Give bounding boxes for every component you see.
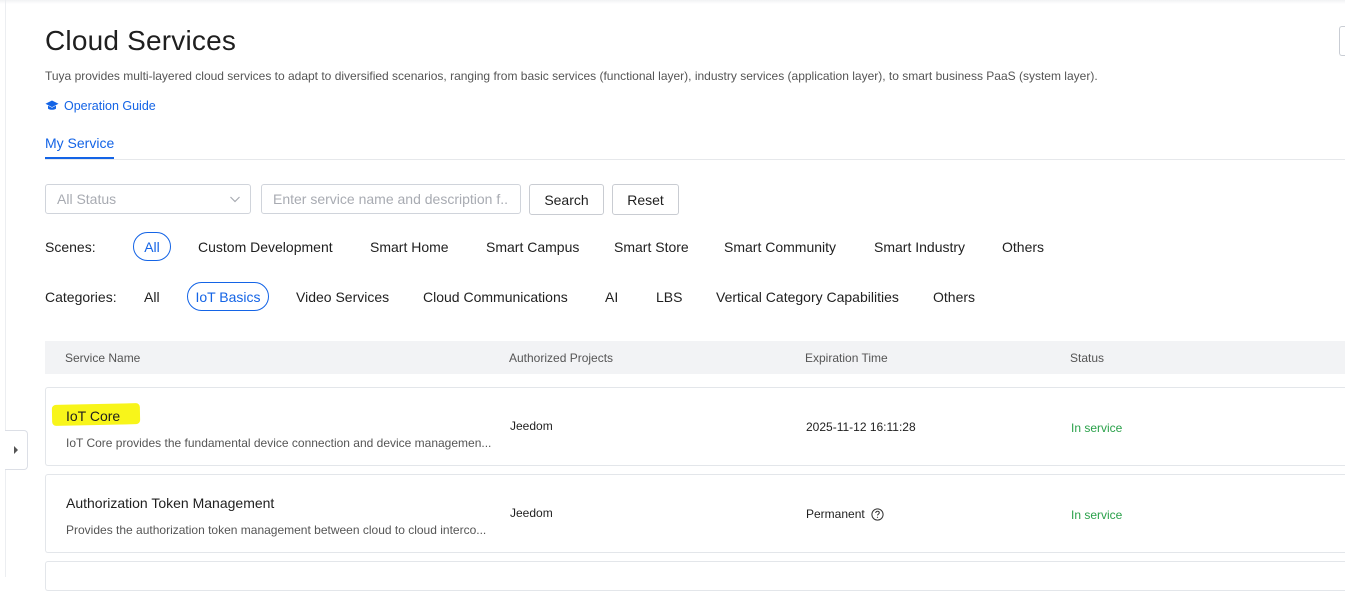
expiration-time: Permanent <box>806 507 884 521</box>
scene-chip-smart-store[interactable]: Smart Store <box>614 239 689 255</box>
category-chip-vertical-category-capabilities[interactable]: Vertical Category Capabilities <box>716 289 899 305</box>
category-chip-iot-basics[interactable]: IoT Basics <box>187 282 269 311</box>
search-input[interactable] <box>261 184 521 214</box>
top-shadow <box>0 0 1345 4</box>
scene-chip-smart-industry[interactable]: Smart Industry <box>874 239 965 255</box>
service-description: IoT Core provides the fundamental device… <box>66 436 492 450</box>
categories-label: Categories: <box>45 289 117 305</box>
category-chip-cloud-communications[interactable]: Cloud Communications <box>423 289 568 305</box>
graduation-cap-icon <box>45 100 59 110</box>
reset-button[interactable]: Reset <box>612 184 679 215</box>
operation-guide-link[interactable]: Operation Guide <box>45 99 156 113</box>
page-description: Tuya provides multi-layered cloud servic… <box>45 69 1098 83</box>
category-chip-ai[interactable]: AI <box>605 289 618 305</box>
authorized-project-value: Jeedom <box>510 506 553 520</box>
category-chip-all[interactable]: All <box>144 289 160 305</box>
caret-right-icon <box>14 446 18 454</box>
scene-chip-others[interactable]: Others <box>1002 239 1044 255</box>
category-chip-lbs[interactable]: LBS <box>656 289 682 305</box>
status-select[interactable]: All Status <box>45 184 251 214</box>
tab-bar: My Service <box>45 130 1345 160</box>
service-name[interactable]: Authorization Token Management <box>66 495 274 511</box>
table-row[interactable] <box>45 561 1345 591</box>
scene-chip-all[interactable]: All <box>133 232 171 261</box>
status-select-value: All Status <box>57 191 117 207</box>
column-status: Status <box>1070 351 1105 365</box>
status-badge: In service <box>1071 508 1123 522</box>
authorized-project: Jeedom <box>510 419 553 433</box>
search-button[interactable]: Search <box>529 184 604 215</box>
chevron-down-icon <box>230 196 240 203</box>
expiration-time-value: 2025-11-12 16:11:28 <box>806 420 916 434</box>
table-row[interactable]: Authorization Token Management Provides … <box>45 474 1345 553</box>
column-expiration-time: Expiration Time <box>805 351 888 365</box>
sidebar-expand-toggle[interactable] <box>5 430 28 470</box>
service-description: Provides the authorization token managem… <box>66 523 487 537</box>
expiration-time: 2025-11-12 16:11:28 <box>806 420 916 434</box>
tab-my-service[interactable]: My Service <box>45 135 115 159</box>
authorized-project-value: Jeedom <box>510 419 553 433</box>
scene-chip-smart-home[interactable]: Smart Home <box>370 239 449 255</box>
table-row[interactable]: IoT Core IoT Core provides the fundament… <box>45 387 1345 466</box>
service-name[interactable]: IoT Core <box>66 408 120 424</box>
scene-chip-smart-community[interactable]: Smart Community <box>724 239 836 255</box>
page-title: Cloud Services <box>45 25 237 56</box>
status-badge: In service <box>1071 421 1123 435</box>
operation-guide-label: Operation Guide <box>64 99 156 113</box>
authorized-project: Jeedom <box>510 506 553 520</box>
column-service-name: Service Name <box>65 351 141 365</box>
scene-chip-smart-campus[interactable]: Smart Campus <box>486 239 579 255</box>
category-chip-others[interactable]: Others <box>933 289 975 305</box>
column-authorized-projects: Authorized Projects <box>509 351 614 365</box>
category-chip-video-services[interactable]: Video Services <box>296 289 389 305</box>
table-header: Service Name Authorized Projects Expirat… <box>45 341 1345 374</box>
top-right-button-edge[interactable] <box>1339 26 1345 56</box>
left-border <box>5 0 6 577</box>
scenes-label: Scenes: <box>45 239 96 255</box>
scene-chip-custom-development[interactable]: Custom Development <box>198 239 333 255</box>
expiration-time-value: Permanent <box>806 507 865 521</box>
question-circle-icon[interactable] <box>871 507 884 521</box>
